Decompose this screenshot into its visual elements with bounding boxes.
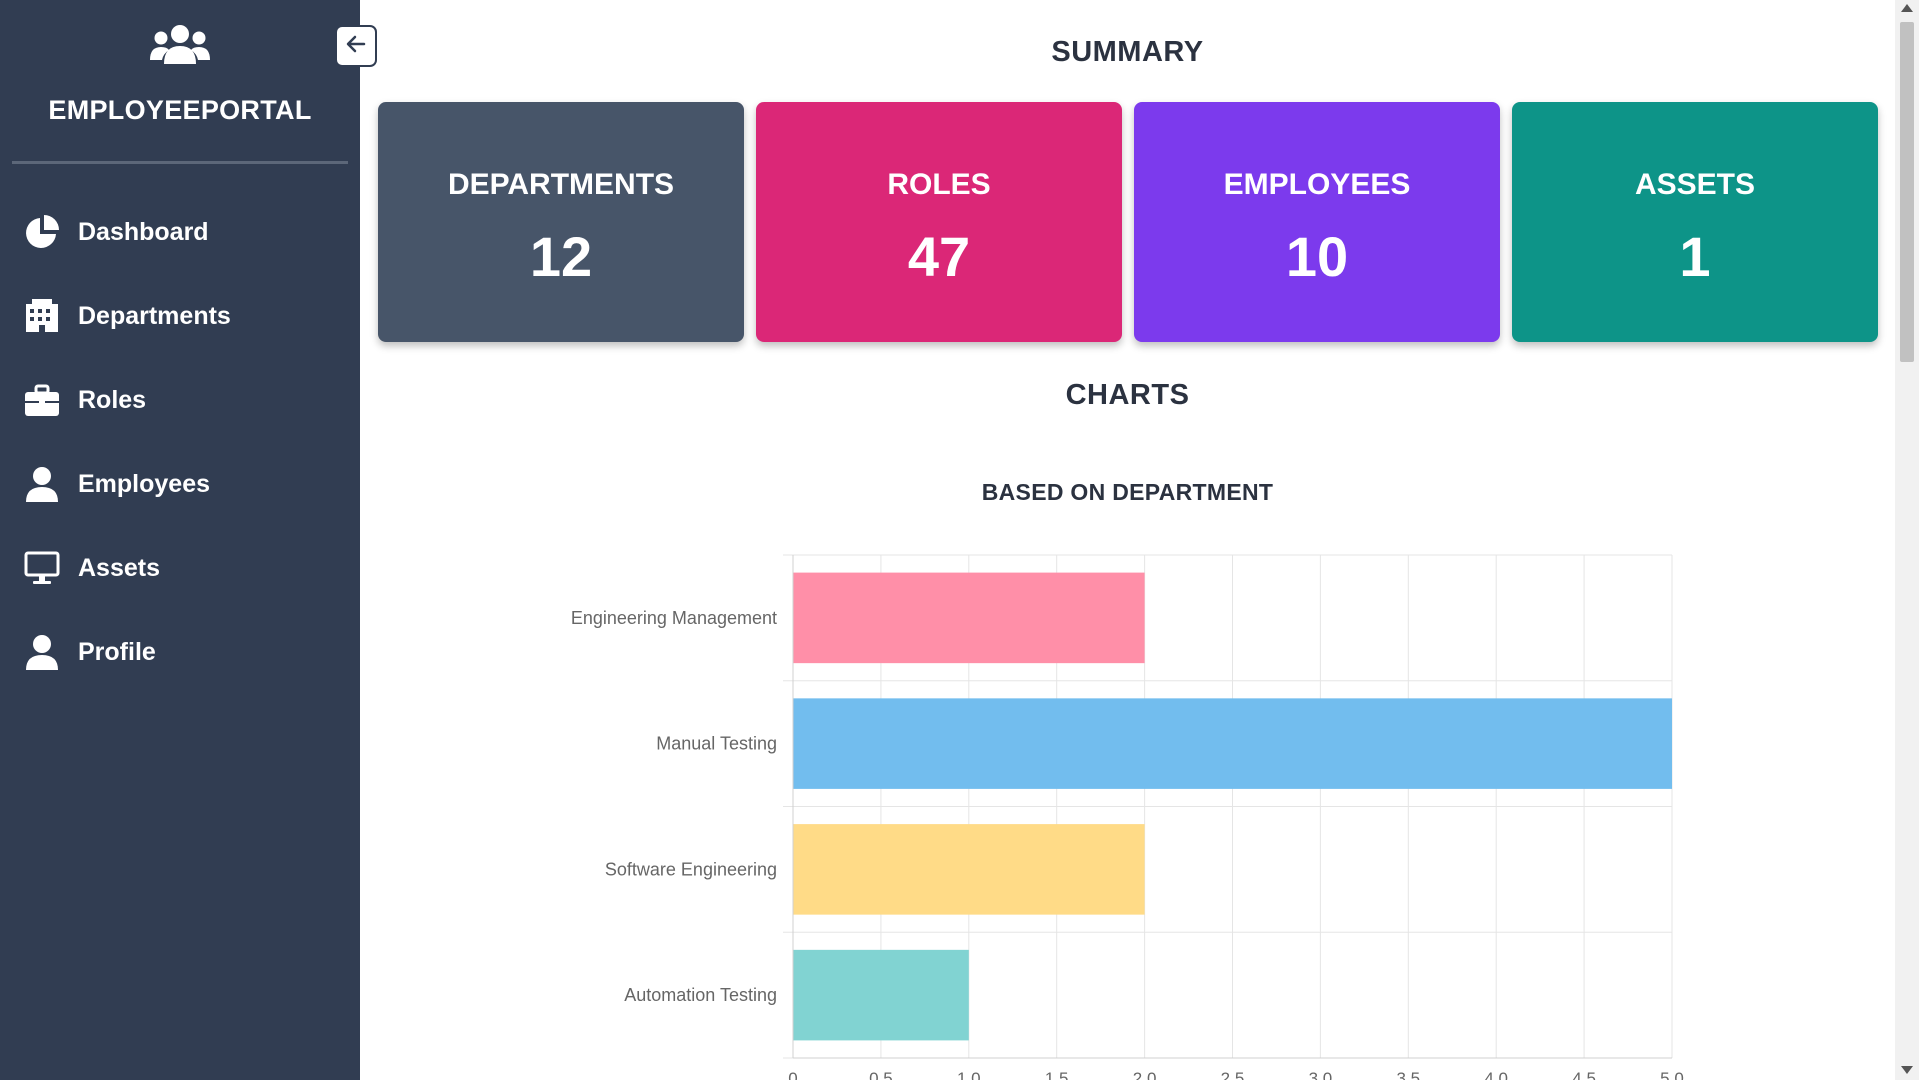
summary-title: SUMMARY (1051, 36, 1204, 68)
sidebar-item-employees[interactable]: Employees (0, 442, 360, 526)
sidebar-item-label: Profile (78, 637, 156, 666)
department-bar-chart: Engineering Management Manual Testing Soft… (571, 554, 1684, 1080)
card-employees[interactable]: EMPLOYEES 10 (1134, 102, 1500, 342)
scroll-down-arrow-icon[interactable] (1901, 1066, 1913, 1074)
card-value: 1 (1679, 225, 1711, 288)
sidebar-item-profile[interactable]: Profile (0, 610, 360, 694)
arrow-left-icon (344, 32, 368, 61)
desktop-icon (22, 548, 62, 588)
category-label: Automation Testing (624, 985, 777, 1005)
bar (793, 824, 1145, 915)
sidebar-item-label: Roles (78, 385, 147, 414)
main-content: SUMMARY DEPARTMENTS 12 ROLES 47 EMPLOYEE… (360, 0, 1895, 1080)
x-tick-label: 0.5 (869, 1069, 893, 1080)
x-tick-label: 1.5 (1045, 1069, 1069, 1080)
card-label: ASSETS (1634, 168, 1756, 201)
x-tick-label: 3.5 (1396, 1069, 1420, 1080)
card-value: 47 (907, 225, 971, 288)
x-tick-label: 5.0 (1660, 1069, 1684, 1080)
card-value: 10 (1285, 225, 1349, 288)
x-tick-label: 2.0 (1133, 1069, 1157, 1080)
briefcase-icon (22, 380, 62, 420)
bar (793, 572, 1145, 664)
brand-title: EMPLOYEEPORTAL (48, 95, 312, 125)
card-value: 12 (529, 225, 593, 288)
sidebar-item-label: Departments (78, 301, 231, 330)
sidebar-item-label: Assets (78, 553, 160, 582)
charts-title: CHARTS (1065, 379, 1190, 411)
category-label: Software Engineering (605, 859, 777, 879)
x-tick-label: 4.5 (1572, 1069, 1596, 1080)
card-departments[interactable]: DEPARTMENTS 12 (378, 102, 744, 342)
card-label: EMPLOYEES (1223, 168, 1411, 201)
user-icon (22, 632, 62, 672)
card-roles[interactable]: ROLES 47 (756, 102, 1122, 342)
user-icon (22, 464, 62, 504)
scroll-thumb[interactable] (1900, 22, 1914, 362)
category-label: Manual Testing (656, 734, 777, 754)
sidebar-item-assets[interactable]: Assets (0, 526, 360, 610)
card-assets[interactable]: ASSETS 1 (1512, 102, 1878, 342)
collapse-sidebar-button[interactable] (335, 25, 377, 67)
sidebar-item-departments[interactable]: Departments (0, 274, 360, 358)
x-tick-label: 3.0 (1309, 1069, 1333, 1080)
x-tick-label: 4.0 (1484, 1069, 1508, 1080)
x-tick-label: 1.0 (957, 1069, 981, 1080)
users-icon (150, 24, 210, 68)
card-label: DEPARTMENTS (447, 168, 675, 201)
sidebar-item-dashboard[interactable]: Dashboard (0, 190, 360, 274)
scroll-up-arrow-icon[interactable] (1901, 4, 1913, 12)
sidebar-nav: Dashboard Departments Roles Employees As… (0, 190, 360, 694)
brand-divider (12, 161, 348, 164)
card-label: ROLES (887, 168, 991, 201)
chart-pie-icon (22, 212, 62, 252)
sidebar-item-label: Employees (78, 469, 211, 498)
building-icon (22, 296, 62, 336)
x-tick-label: 2.5 (1221, 1069, 1245, 1080)
category-label: Engineering Management (571, 608, 777, 628)
x-tick-label: 0 (788, 1069, 797, 1080)
bar (793, 949, 969, 1041)
sidebar-item-label: Dashboard (78, 217, 209, 246)
chart-title: BASED ON DEPARTMENT (981, 479, 1274, 505)
bar (793, 698, 1672, 789)
vertical-scrollbar[interactable] (1895, 0, 1919, 1080)
sidebar-item-roles[interactable]: Roles (0, 358, 360, 442)
sidebar: EMPLOYEEPORTAL Dashboard Departments Rol… (0, 0, 360, 1080)
